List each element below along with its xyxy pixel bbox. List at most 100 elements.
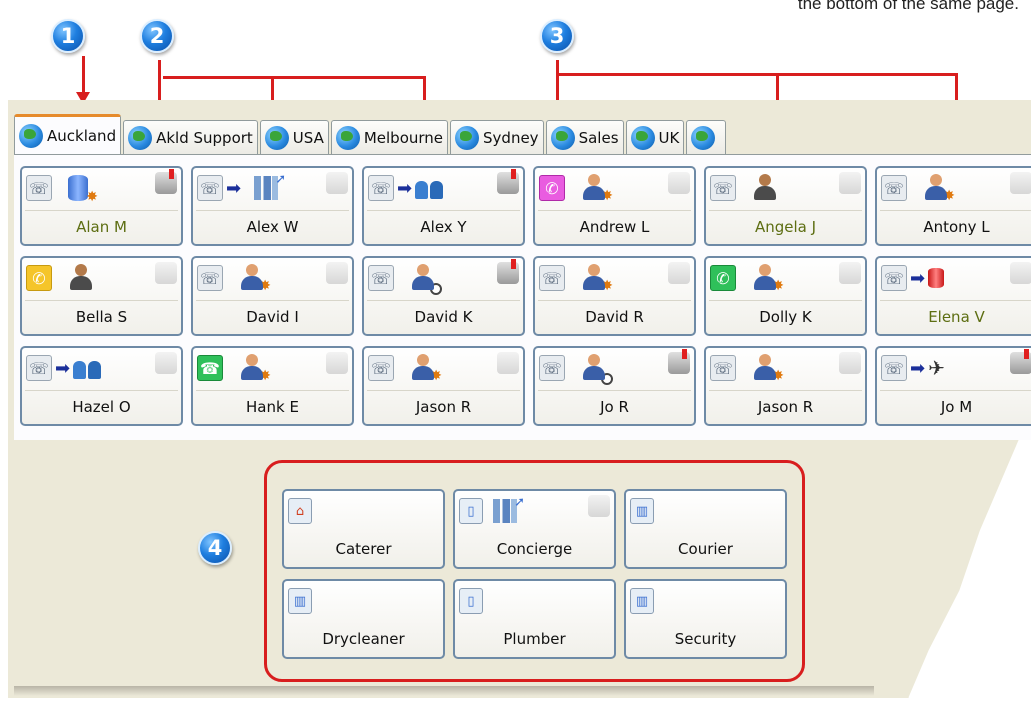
globe-icon — [630, 125, 655, 150]
group-icon — [415, 177, 445, 199]
tab-label: Akld Support — [156, 128, 253, 147]
extension-card[interactable]: ☏ ➡ ➚ Alex W — [191, 166, 354, 246]
extension-name: Antony L — [880, 210, 1031, 242]
callout-badge-4: 4 — [198, 531, 232, 565]
voicemail-icon — [1010, 349, 1031, 374]
person-headset-icon — [752, 174, 778, 202]
tab-label: Auckland — [47, 126, 117, 145]
extension-card[interactable]: ☏ ✸ Jason R — [704, 346, 867, 426]
department-button-courier[interactable]: ▥ Courier — [624, 489, 787, 569]
database-icon — [928, 268, 945, 288]
voicemail-icon — [668, 262, 690, 284]
tab-label: UK — [658, 128, 680, 147]
voicemail-icon — [497, 352, 519, 374]
tab-label: Sales — [578, 128, 619, 147]
department-button-concierge[interactable]: ▯ ➚ Concierge — [453, 489, 616, 569]
phone-icon: ☏ — [881, 175, 907, 201]
extension-card[interactable]: ☏ ✸ Alan M — [20, 166, 183, 246]
header-note: the bottom of the same page. — [797, 0, 1019, 13]
department-name: Plumber — [503, 630, 566, 648]
active-call-icon: ✆ — [26, 265, 52, 291]
extension-name: Jo R — [538, 390, 691, 422]
voicemail-icon — [1010, 262, 1031, 284]
building-icon: ▥ — [630, 588, 654, 614]
phone-icon: ☏ — [710, 355, 736, 381]
globe-icon — [335, 125, 360, 150]
extension-name: Jason R — [709, 390, 862, 422]
person-available-icon: ✸ — [752, 264, 784, 294]
extension-card[interactable]: ✆ ✸ Andrew L — [533, 166, 696, 246]
globe-icon — [19, 123, 43, 148]
department-name: Caterer — [335, 540, 392, 558]
forward-arrow-icon: ➡ — [910, 357, 926, 379]
mobile-phone-icon: ▯ — [459, 588, 483, 614]
extension-name: Andrew L — [538, 210, 691, 242]
phone-icon: ☏ — [881, 355, 907, 381]
department-name: Security — [674, 630, 737, 648]
person-available-icon: ✸ — [239, 264, 271, 294]
phone-icon: ☏ — [26, 175, 52, 201]
extension-card[interactable]: ☏ David K — [362, 256, 525, 336]
department-grid: ⌂ Caterer ▯ ➚ Concierge ▥ Courier ▥ Drycl… — [282, 489, 787, 659]
person-available-icon: ✸ — [410, 354, 442, 384]
voicemail-icon — [326, 352, 348, 374]
extension-name: Bella S — [25, 300, 178, 332]
department-button-drycleaner[interactable]: ▥ Drycleaner — [282, 579, 445, 659]
extension-card[interactable]: ☏ ✸ Jason R — [362, 346, 525, 426]
extension-card[interactable]: ✆ ✸ Dolly K — [704, 256, 867, 336]
department-button-caterer[interactable]: ⌂ Caterer — [282, 489, 445, 569]
extension-card[interactable]: ☏ ➡ Alex Y — [362, 166, 525, 246]
extension-card[interactable]: ☎ ✸ Hank E — [191, 346, 354, 426]
extension-card[interactable]: ☏ ➡ Elena V — [875, 256, 1031, 336]
voicemail-icon — [326, 262, 348, 284]
extension-name: Hank E — [196, 390, 349, 422]
building-icon: ▥ — [630, 498, 654, 524]
extension-card[interactable]: ☏ ✸ David R — [533, 256, 696, 336]
extension-card[interactable]: ☏ Angela J — [704, 166, 867, 246]
callout-badge-2: 2 — [140, 19, 174, 53]
department-name: Courier — [678, 540, 733, 558]
tab-sales[interactable]: Sales — [545, 120, 624, 154]
department-button-security[interactable]: ▥ Security — [624, 579, 787, 659]
extension-name: Jo M — [880, 390, 1031, 422]
extension-name: Angela J — [709, 210, 862, 242]
voicemail-icon — [497, 259, 519, 284]
phone-icon: ☏ — [539, 265, 565, 291]
callout-line — [163, 76, 425, 79]
voicemail-icon — [155, 352, 177, 374]
tab-auckland[interactable]: Auckland — [14, 114, 122, 154]
person-available-icon: ✸ — [239, 354, 271, 384]
person-available-icon: ✸ — [581, 264, 613, 294]
globe-icon — [128, 125, 153, 150]
forward-arrow-icon: ➡ — [226, 177, 242, 199]
department-button-plumber[interactable]: ▯ Plumber — [453, 579, 616, 659]
person-available-icon: ✸ — [923, 174, 955, 204]
tab-melbourne[interactable]: Melbourne — [330, 120, 449, 154]
extension-card[interactable]: ☏ ✸ David I — [191, 256, 354, 336]
panel-shadow — [14, 686, 874, 696]
tab-usa[interactable]: USA — [259, 120, 329, 154]
extension-card[interactable]: ☏ Jo R — [533, 346, 696, 426]
phone-icon: ☏ — [197, 175, 223, 201]
building-icon: ▥ — [288, 588, 312, 614]
extension-card[interactable]: ☏ ✸ Antony L — [875, 166, 1031, 246]
callout-line — [556, 73, 958, 76]
extension-card[interactable]: ☏ ➡ ✈ Jo M — [875, 346, 1031, 426]
tab-label: Sydney — [483, 128, 539, 147]
tab-akld-support[interactable]: Akld Support — [123, 120, 258, 154]
extension-name: David R — [538, 300, 691, 332]
tab-more[interactable] — [686, 120, 727, 154]
voicemail-icon — [497, 169, 519, 194]
extension-card[interactable]: ☏ ➡ Hazel O — [20, 346, 183, 426]
voicemail-icon — [588, 495, 610, 517]
phone-icon: ☏ — [710, 175, 736, 201]
tab-sydney[interactable]: Sydney — [450, 120, 544, 154]
extension-name: Elena V — [880, 300, 1031, 332]
extension-card[interactable]: ✆ Bella S — [20, 256, 183, 336]
tab-uk[interactable]: UK — [625, 120, 685, 154]
database-icon: ✸ — [68, 175, 98, 205]
location-tabbar: Auckland Akld Support USA Melbourne Sydn… — [14, 114, 1031, 154]
callout-badge-1: 1 — [51, 19, 85, 53]
connected-call-icon: ☎ — [197, 355, 223, 381]
globe-icon — [455, 125, 480, 150]
